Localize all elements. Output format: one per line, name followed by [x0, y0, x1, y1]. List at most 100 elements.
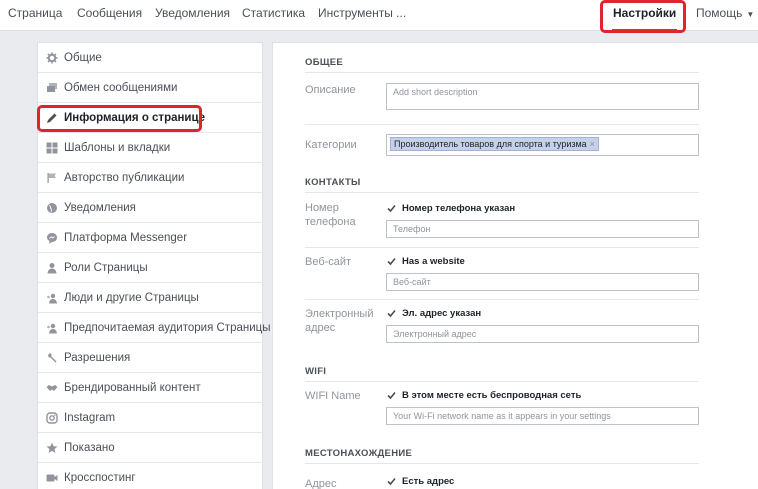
divider — [305, 247, 699, 248]
sidebar-item-authorship[interactable]: Авторство публикации — [38, 163, 262, 193]
wrench-icon — [46, 352, 58, 364]
messages-icon — [46, 82, 58, 94]
checkmark-icon[interactable] — [386, 308, 397, 319]
category-tag-label: Производитель товаров для спорта и туриз… — [394, 139, 587, 149]
messenger-icon — [46, 232, 58, 244]
sidebar-item-crossposting[interactable]: Кросспостинг — [38, 463, 262, 489]
section-title-wifi: WIFI — [305, 366, 327, 377]
sidebar-item-label: Платформа Messenger — [64, 231, 188, 244]
settings-sidebar: Общие Обмен сообщениями Информация о стр… — [37, 42, 271, 489]
email-input[interactable]: Электронный адрес — [386, 325, 699, 343]
handshake-icon — [46, 382, 58, 394]
people-icon — [46, 292, 58, 304]
category-tag: Производитель товаров для спорта и туриз… — [390, 137, 599, 151]
sidebar-item-label: Роли Страницы — [64, 261, 148, 274]
divider — [305, 192, 699, 193]
sidebar-item-label: Информация о странице — [64, 111, 205, 124]
email-checkbox-row[interactable]: Эл. адрес указан — [386, 308, 481, 319]
sidebar-item-label: Авторство публикации — [64, 171, 185, 184]
sidebar-item-label: Общие — [64, 51, 102, 64]
website-checkbox-label: Has a website — [402, 256, 465, 267]
audience-icon — [46, 322, 58, 334]
email-checkbox-label: Эл. адрес указан — [402, 308, 482, 319]
divider — [305, 72, 699, 73]
email-label-line1: Электронный — [305, 308, 374, 320]
divider — [305, 124, 699, 125]
wifi-input[interactable]: Your Wi-Fi network name as it appears in… — [386, 407, 699, 425]
sidebar-item-messenger-platform[interactable]: Платформа Messenger — [38, 223, 262, 253]
website-label: Веб-сайт — [305, 256, 352, 268]
address-checkbox-label: Есть адрес — [402, 476, 455, 487]
sidebar-item-label: Шаблоны и вкладки — [64, 141, 171, 154]
description-label: Описание — [305, 84, 356, 96]
wifi-label: WIFI Name — [305, 390, 361, 402]
sidebar-item-people-pages[interactable]: Люди и другие Страницы — [38, 283, 262, 313]
help-menu[interactable]: Помощь ▼ — [696, 0, 754, 31]
address-label: Адрес — [305, 478, 337, 489]
section-title-general: ОБЩЕЕ — [305, 57, 344, 68]
sidebar-item-label: Брендированный контент — [64, 381, 201, 394]
categories-label: Категории — [305, 139, 357, 151]
sidebar-item-label: Люди и другие Страницы — [64, 291, 199, 304]
video-icon — [46, 472, 58, 484]
page-info-panel: ОБЩЕЕ Описание Add short description Кат… — [272, 42, 758, 489]
sidebar-item-preferred-audience[interactable]: Предпочитаемая аудитория Страницы — [38, 313, 271, 343]
website-checkbox-row[interactable]: Has a website — [386, 256, 465, 267]
sidebar-item-page-info[interactable]: Информация о странице — [38, 103, 262, 133]
top-navigation: Страница Сообщения Уведомления Статистик… — [0, 0, 758, 31]
sidebar-item-branded-content[interactable]: Брендированный контент — [38, 373, 262, 403]
sidebar-item-notifications[interactable]: Уведомления — [38, 193, 262, 223]
remove-tag-icon[interactable]: × — [590, 139, 595, 149]
sidebar-item-label: Разрешения — [64, 351, 131, 364]
divider — [305, 381, 699, 382]
email-label-line2: адрес — [305, 322, 336, 334]
grid-icon — [46, 142, 58, 154]
divider — [305, 463, 699, 464]
address-checkbox-row[interactable]: Есть адрес — [386, 476, 454, 487]
sidebar-item-label: Показано — [64, 441, 115, 454]
sidebar-item-featured[interactable]: Показано — [38, 433, 262, 463]
email-label: Электронный адрес — [305, 307, 374, 335]
phone-checkbox-row[interactable]: Номер телефона указан — [386, 203, 515, 214]
categories-input[interactable]: Производитель товаров для спорта и туриз… — [386, 134, 699, 156]
phone-input[interactable]: Телефон — [386, 220, 699, 238]
section-title-location: МЕСТОНАХОЖДЕНИЕ — [305, 448, 413, 459]
description-input[interactable]: Add short description — [386, 83, 699, 110]
tab-page[interactable]: Страница — [8, 0, 62, 31]
globe-icon — [46, 202, 58, 214]
wifi-checkbox-label: В этом месте есть беспроводная сеть — [402, 390, 582, 401]
divider — [305, 299, 699, 300]
sidebar-item-label: Instagram — [64, 411, 116, 424]
star-icon — [46, 442, 58, 454]
pencil-icon — [46, 112, 58, 124]
tab-notifications[interactable]: Уведомления — [155, 0, 230, 31]
instagram-icon — [46, 411, 58, 424]
sidebar-item-permissions[interactable]: Разрешения — [38, 343, 262, 373]
checkmark-icon[interactable] — [386, 203, 397, 214]
checkmark-icon[interactable] — [386, 390, 397, 401]
sidebar-item-instagram[interactable]: Instagram — [38, 403, 262, 433]
checkmark-icon[interactable] — [386, 476, 397, 487]
phone-label-line2: телефона — [305, 216, 356, 228]
sidebar-item-messaging[interactable]: Обмен сообщениями — [38, 73, 262, 103]
gear-icon — [46, 52, 58, 64]
flag-icon — [46, 172, 58, 184]
tab-messages[interactable]: Сообщения — [77, 0, 142, 31]
section-title-contacts: КОНТАКТЫ — [305, 177, 361, 188]
caret-down-icon: ▼ — [746, 10, 755, 19]
wifi-checkbox-row[interactable]: В этом месте есть беспроводная сеть — [386, 390, 581, 401]
tab-settings[interactable]: Настройки — [612, 0, 678, 31]
person-icon — [46, 262, 58, 274]
sidebar-item-label: Кросспостинг — [64, 471, 136, 484]
sidebar-item-label: Уведомления — [64, 201, 136, 214]
checkmark-icon[interactable] — [386, 256, 397, 267]
sidebar-item-page-roles[interactable]: Роли Страницы — [38, 253, 262, 283]
sidebar-item-label: Обмен сообщениями — [64, 81, 178, 94]
tab-statistics[interactable]: Статистика — [242, 0, 305, 31]
phone-label-line1: Номер — [305, 202, 339, 214]
website-input[interactable]: Веб-сайт — [386, 273, 699, 291]
sidebar-item-templates[interactable]: Шаблоны и вкладки — [38, 133, 262, 163]
help-label: Помощь — [696, 6, 743, 20]
sidebar-item-general[interactable]: Общие — [38, 43, 262, 73]
tab-tools[interactable]: Инструменты ... — [318, 0, 406, 31]
